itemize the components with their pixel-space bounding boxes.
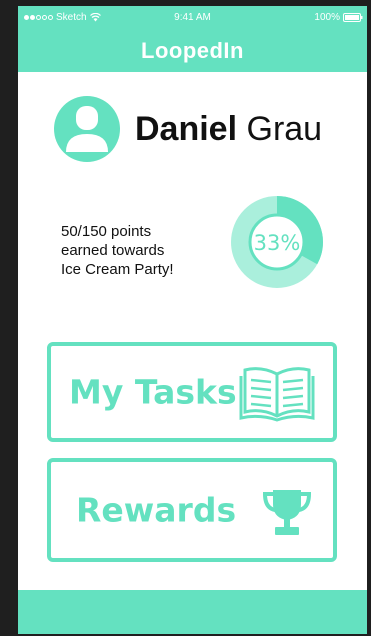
user-last-name: Grau: [246, 109, 323, 148]
app-title: LoopedIn: [141, 38, 244, 63]
user-profile: Daniel Grau: [54, 96, 322, 162]
book-icon: [239, 367, 315, 422]
points-progress-text: 50/150 points earned towards Ice Cream P…: [61, 222, 231, 279]
points-line: earned towards: [61, 242, 165, 259]
my-tasks-button[interactable]: My Tasks: [47, 342, 337, 442]
battery-percent: 100%: [314, 12, 340, 23]
status-bar: Sketch 9:41 AM 100%: [18, 6, 367, 30]
rewards-button[interactable]: Rewards: [47, 458, 337, 562]
trophy-icon: [262, 490, 312, 535]
status-right: 100%: [314, 12, 363, 23]
progress-ring: 33%: [231, 196, 323, 288]
bottom-bar: [18, 590, 367, 634]
points-line: Ice Cream Party!: [61, 261, 174, 278]
phone-screen: Sketch 9:41 AM 100% LoopedIn Daniel Grau…: [18, 6, 367, 634]
my-tasks-label: My Tasks: [69, 372, 237, 412]
rewards-label: Rewards: [76, 490, 237, 530]
progress-percent: 33%: [254, 231, 301, 255]
points-line: 50/150 points: [61, 223, 152, 240]
battery-icon: [343, 13, 363, 22]
nav-bar: LoopedIn: [18, 30, 367, 72]
user-name: Daniel Grau: [135, 110, 322, 149]
user-first-name: Daniel: [135, 109, 238, 148]
user-avatar-icon: [54, 96, 120, 162]
